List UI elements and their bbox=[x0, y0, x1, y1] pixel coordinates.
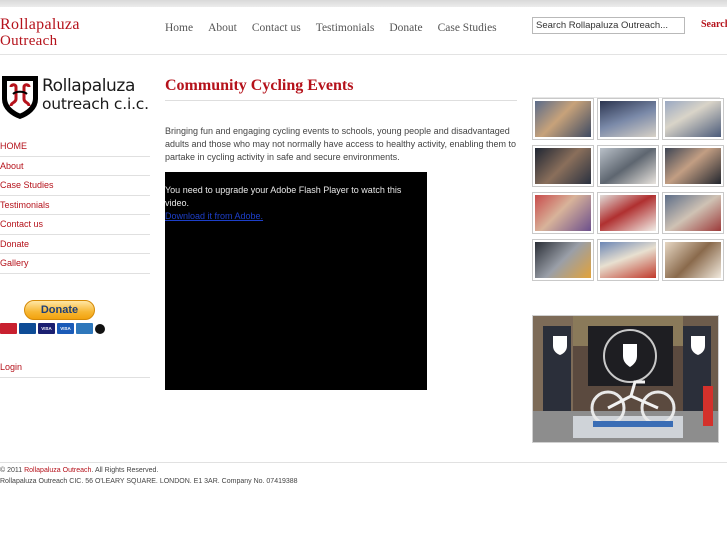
gallery-thumbnail[interactable] bbox=[597, 192, 659, 234]
amex-icon bbox=[76, 323, 93, 334]
footer-address: Rollapaluza Outreach CIC. 56 O'LEARY SQU… bbox=[0, 478, 298, 485]
page-title: Community Cycling Events bbox=[165, 77, 354, 94]
nav-testimonials[interactable]: Testimonials bbox=[316, 22, 375, 34]
footer-site-link[interactable]: Rollapaluza Outreach bbox=[24, 467, 91, 474]
shield-logo-icon bbox=[1, 76, 38, 119]
logo-name: Rollapaluza bbox=[42, 76, 135, 96]
gallery-thumbnail[interactable] bbox=[532, 192, 594, 234]
nav-contact[interactable]: Contact us bbox=[252, 22, 301, 34]
gallery-thumbnail[interactable] bbox=[597, 239, 659, 281]
top-nav: Home About Contact us Testimonials Donat… bbox=[165, 22, 512, 34]
sidebar-nav: HOME About Case Studies Testimonials Con… bbox=[0, 137, 150, 274]
gallery-thumbnail[interactable] bbox=[662, 98, 724, 140]
nav-donate[interactable]: Donate bbox=[389, 22, 422, 34]
direct-debit-icon bbox=[95, 323, 126, 334]
paypal-donate-button[interactable]: Donate bbox=[24, 300, 95, 320]
gallery-thumbnail[interactable] bbox=[532, 98, 594, 140]
copyright-year: © 2011 bbox=[0, 467, 23, 474]
gallery-thumbnail[interactable] bbox=[662, 192, 724, 234]
sidebar-item-home[interactable]: HOME bbox=[0, 137, 150, 157]
mastercard-icon bbox=[0, 323, 17, 334]
flash-download-link[interactable]: Download it from Adobe. bbox=[165, 211, 263, 221]
flash-message: You need to upgrade your Adobe Flash Pla… bbox=[165, 185, 402, 208]
search-button[interactable]: Search bbox=[701, 19, 727, 30]
footer-copyright: © 2011 Rollapaluza Outreach. All Rights … bbox=[0, 467, 158, 474]
maestro-icon bbox=[19, 323, 36, 334]
header-divider bbox=[0, 54, 727, 55]
intro-text: Bringing fun and engaging cycling events… bbox=[165, 126, 517, 162]
nav-about[interactable]: About bbox=[208, 22, 237, 34]
payment-cards: VISA VISA bbox=[0, 323, 128, 334]
featured-photo-image bbox=[533, 316, 718, 442]
flash-video-player[interactable]: You need to upgrade your Adobe Flash Pla… bbox=[165, 172, 427, 390]
sidebar-item-case-studies[interactable]: Case Studies bbox=[0, 176, 150, 196]
login-link[interactable]: Login bbox=[0, 358, 150, 378]
site-title-line1: ollapaluza bbox=[10, 16, 80, 33]
top-band bbox=[0, 0, 727, 7]
copyright-suffix: . All Rights Reserved. bbox=[91, 467, 159, 474]
sidebar-item-donate[interactable]: Donate bbox=[0, 235, 150, 254]
site-title[interactable]: Rollapaluza Outreach bbox=[0, 16, 80, 50]
gallery-thumbnail[interactable] bbox=[597, 145, 659, 187]
featured-event-photo[interactable] bbox=[532, 315, 719, 443]
sidebar-item-gallery[interactable]: Gallery bbox=[0, 254, 150, 274]
title-divider bbox=[165, 100, 517, 101]
sidebar-item-contact[interactable]: Contact us bbox=[0, 215, 150, 235]
logo-subtitle: outreach c.i.c. bbox=[42, 95, 149, 113]
visa-card-icon: VISA bbox=[38, 323, 55, 334]
sidebar-item-about[interactable]: About bbox=[0, 157, 150, 176]
visa-electron-icon: VISA bbox=[57, 323, 74, 334]
gallery-thumbnail[interactable] bbox=[597, 98, 659, 140]
footer-divider bbox=[0, 462, 727, 463]
sidebar-item-testimonials[interactable]: Testimonials bbox=[0, 196, 150, 215]
gallery-thumbnail[interactable] bbox=[532, 145, 594, 187]
photo-gallery bbox=[532, 98, 724, 281]
gallery-thumbnail[interactable] bbox=[662, 145, 724, 187]
nav-case-studies[interactable]: Case Studies bbox=[438, 22, 497, 34]
site-title-line2: Outreach bbox=[0, 33, 58, 49]
gallery-thumbnail[interactable] bbox=[532, 239, 594, 281]
nav-home[interactable]: Home bbox=[165, 22, 193, 34]
gallery-thumbnail[interactable] bbox=[662, 239, 724, 281]
search-input[interactable] bbox=[532, 17, 685, 34]
logo[interactable]: Rollapaluza outreach c.i.c. bbox=[0, 75, 152, 119]
